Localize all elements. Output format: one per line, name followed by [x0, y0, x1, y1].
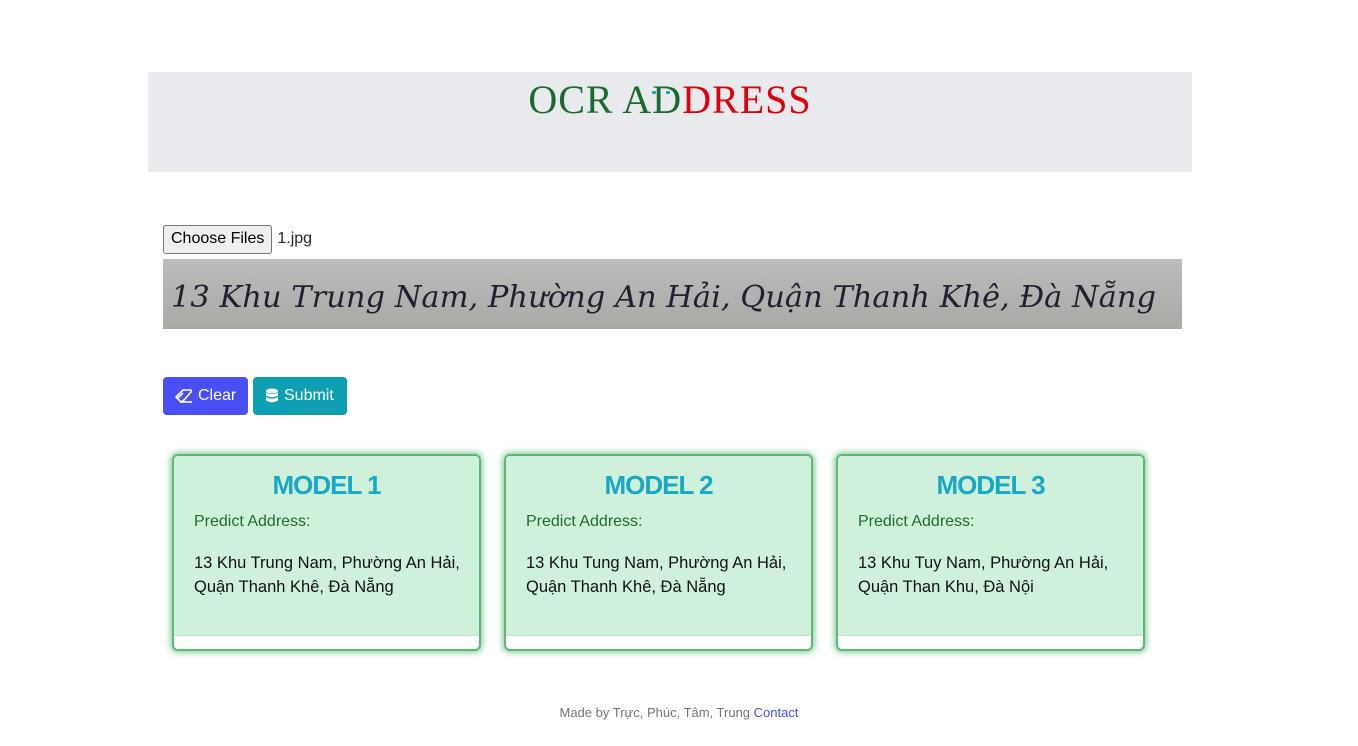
- selected-file-name: 1.jpg: [277, 230, 313, 247]
- submit-button-label: Submit: [284, 387, 334, 404]
- predict-address-label: Predict Address:: [194, 513, 311, 530]
- predicted-address: 13 Khu Tung Nam, Phường An Hải, Quận Tha…: [526, 554, 787, 596]
- file-upload: Choose Files 1.jpg: [163, 224, 312, 254]
- database-icon: [265, 388, 279, 404]
- footer-credits: Made by Trực, Phúc, Tâm, Trung: [559, 705, 751, 720]
- page-footer: Made by Trực, Phúc, Tâm, Trung Contact: [0, 705, 1358, 720]
- handwritten-text: 13 Khu Trung Nam, Phường An Hải, Quận Th…: [171, 280, 1156, 315]
- model-card-body: MODEL 3 Predict Address: 13 Khu Tuy Nam,…: [838, 456, 1143, 636]
- title-part-red: DRESS: [682, 77, 812, 122]
- predicted-address: 13 Khu Tuy Nam, Phường An Hải, Quận Than…: [858, 554, 1109, 596]
- contact-link[interactable]: Contact: [754, 705, 799, 720]
- eraser-icon: [175, 389, 193, 403]
- choose-files-button[interactable]: Choose Files: [163, 224, 273, 254]
- page-title: OCR ADDRESS: [148, 76, 1192, 124]
- model-title: MODEL 2: [604, 470, 713, 500]
- clear-button[interactable]: Clear: [163, 377, 248, 415]
- model-card-2: MODEL 2 Predict Address: 13 Khu Tung Nam…: [504, 454, 813, 651]
- image-preview: 13 Khu Trung Nam, Phường An Hải, Quận Th…: [163, 259, 1182, 329]
- predicted-address: 13 Khu Trung Nam, Phường An Hải, Quận Th…: [194, 554, 460, 596]
- model-card-body: MODEL 2 Predict Address: 13 Khu Tung Nam…: [506, 456, 811, 636]
- model-card-3: MODEL 3 Predict Address: 13 Khu Tuy Nam,…: [836, 454, 1145, 651]
- model-title: MODEL 1: [272, 470, 381, 500]
- submit-button[interactable]: Submit: [253, 377, 347, 415]
- model-title: MODEL 3: [936, 470, 1045, 500]
- model-card-1: MODEL 1 Predict Address: 13 Khu Trung Na…: [172, 454, 481, 651]
- page-header: OCR ADDRESS: [148, 72, 1192, 172]
- handwritten-address-image: 13 Khu Trung Nam, Phường An Hải, Quận Th…: [171, 280, 1156, 315]
- predict-address-label: Predict Address:: [526, 513, 643, 530]
- model-card-body: MODEL 1 Predict Address: 13 Khu Trung Na…: [174, 456, 479, 636]
- predict-address-label: Predict Address:: [858, 513, 975, 530]
- title-part-green: OCR AD: [528, 77, 683, 122]
- clear-button-label: Clear: [198, 387, 237, 404]
